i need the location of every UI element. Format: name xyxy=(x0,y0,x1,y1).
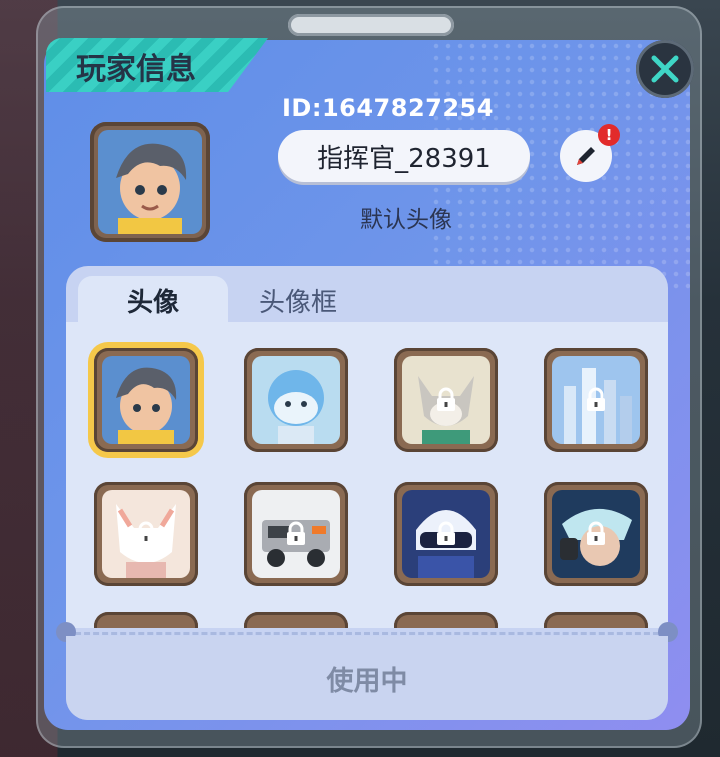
close-icon xyxy=(651,55,679,83)
avatar-tile-cyber-girl[interactable] xyxy=(544,482,648,586)
avatar-tile-wolf[interactable] xyxy=(394,348,498,452)
pencil-icon xyxy=(577,147,595,165)
avatar-tile-blue-helmet[interactable] xyxy=(394,482,498,586)
lock-icon xyxy=(137,521,155,545)
close-button[interactable] xyxy=(636,40,694,98)
lock-icon xyxy=(587,521,605,545)
avatar-blue-robot-image xyxy=(252,356,340,444)
avatar-tile-partial[interactable] xyxy=(94,612,198,628)
avatar-grid xyxy=(66,322,668,628)
player-name-field[interactable]: 指挥官_28391 xyxy=(278,130,530,182)
avatar-boy-hero xyxy=(98,130,202,234)
avatar-tile-partial[interactable] xyxy=(244,612,348,628)
avatar-tile-blue-robot[interactable] xyxy=(244,348,348,452)
lock-icon xyxy=(287,521,305,545)
avatar-boy-hero-image xyxy=(102,356,190,444)
avatar-tile-partial[interactable] xyxy=(544,612,648,628)
divider xyxy=(66,632,668,635)
tab-avatar[interactable]: 头像 xyxy=(78,276,228,324)
notification-badge: ! xyxy=(598,124,620,146)
avatar-tile-partial[interactable] xyxy=(394,612,498,628)
lock-icon xyxy=(437,387,455,411)
avatar-tile-vehicle[interactable] xyxy=(244,482,348,586)
avatar-caption: 默认头像 xyxy=(360,207,452,233)
avatar-tile-city[interactable] xyxy=(544,348,648,452)
lock-icon xyxy=(437,521,455,545)
avatar-tile-boy-hero[interactable] xyxy=(94,348,198,452)
lock-icon xyxy=(587,387,605,411)
panel-handle[interactable] xyxy=(288,14,454,36)
in-use-status-button[interactable]: 使用中 xyxy=(66,636,668,720)
current-avatar[interactable] xyxy=(90,122,210,242)
avatar-tile-fox[interactable] xyxy=(94,482,198,586)
panel-title: 玩家信息 xyxy=(76,52,196,87)
player-id: ID:1647827254 xyxy=(282,94,494,122)
tab-avatar-frame[interactable]: 头像框 xyxy=(228,276,368,324)
